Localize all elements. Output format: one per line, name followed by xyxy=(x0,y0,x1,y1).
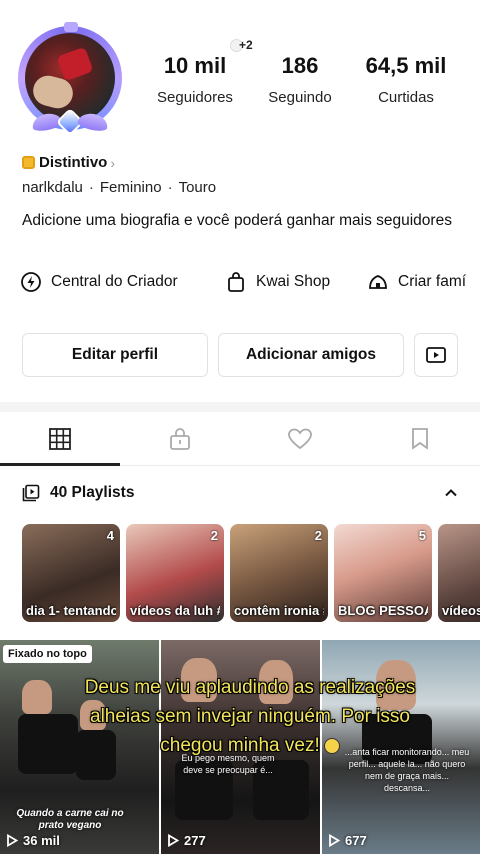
playlist-title: vídeos aleató xyxy=(442,603,480,618)
avatar-frame-crown-icon xyxy=(64,22,78,32)
following-label: Seguindo xyxy=(268,89,332,106)
video-view-count: 277 xyxy=(184,833,206,848)
playlist-title: dia 1- tentando pe... xyxy=(26,603,116,618)
creator-tools-row: Central do Criador Kwai Shop Criar famí xyxy=(20,271,480,299)
lock-icon xyxy=(170,428,190,450)
playlist-card[interactable]: vídeos aleató xyxy=(438,524,480,622)
creator-center-label: Central do Criador xyxy=(51,273,178,290)
create-family-button[interactable]: Criar famí xyxy=(367,271,466,293)
followers-stat[interactable]: 10 mil Seguidores xyxy=(148,52,242,108)
following-count: 186 xyxy=(281,53,319,78)
badge-link[interactable]: Distintivo › xyxy=(22,154,115,171)
playlist-title: vídeos da luh #... xyxy=(130,603,220,618)
lightning-circle-icon xyxy=(21,272,41,292)
playlists-carousel[interactable]: 4 dia 1- tentando pe... 2 vídeos da luh … xyxy=(22,524,480,622)
bio-prompt[interactable]: Adicione uma biografia e você poderá gan… xyxy=(22,211,462,231)
active-tab-indicator xyxy=(0,463,120,466)
plus-badge[interactable]: +2 xyxy=(230,38,253,53)
playlist-card[interactable]: 2 contêm ironia #✨ir... xyxy=(230,524,328,622)
create-family-label: Criar famí xyxy=(398,273,467,290)
playlists-count: 40 Playlists xyxy=(50,484,135,501)
play-box-icon xyxy=(426,347,446,363)
badge-icon xyxy=(22,156,35,169)
followers-label: Seguidores xyxy=(157,89,233,106)
chevron-right-icon: › xyxy=(110,154,116,171)
plus-count: +2 xyxy=(239,38,253,52)
video-button[interactable] xyxy=(414,333,458,377)
content-tabs xyxy=(0,412,480,466)
profile-info: narlkdalu · Feminino · Touro xyxy=(22,179,217,196)
play-icon xyxy=(329,834,340,847)
tab-private[interactable] xyxy=(120,412,240,466)
shopping-bag-icon xyxy=(228,272,244,292)
playlist-title: contêm ironia #✨ir... xyxy=(234,603,324,618)
kwai-shop-label: Kwai Shop xyxy=(256,273,331,290)
bookmark-icon xyxy=(412,428,428,450)
thumbnail-figure xyxy=(18,714,78,774)
video-views: 36 mil xyxy=(6,833,60,848)
video-caption: Quando a carne cai no prato vegano xyxy=(16,808,124,831)
tab-posts[interactable] xyxy=(0,412,120,466)
video-views: 677 xyxy=(328,833,367,848)
playlist-count: 2 xyxy=(210,528,218,543)
video-views: 277 xyxy=(167,833,206,848)
avatar-frame-wings-icon xyxy=(30,107,110,137)
grid-icon xyxy=(49,428,71,450)
tab-saved[interactable] xyxy=(360,412,480,466)
section-divider xyxy=(0,402,480,412)
edit-profile-button[interactable]: Editar perfil xyxy=(22,333,208,377)
video-view-count: 677 xyxy=(345,833,367,848)
tab-liked[interactable] xyxy=(240,412,360,466)
playlist-count: 4 xyxy=(106,528,114,543)
video-view-count: 36 mil xyxy=(23,833,60,848)
creator-center-button[interactable]: Central do Criador xyxy=(20,271,178,293)
playlist-title: BLOG PESSOAL ✨... xyxy=(338,603,428,618)
playlist-count: 5 xyxy=(418,528,426,543)
following-stat[interactable]: 186 Seguindo xyxy=(258,52,342,108)
likes-label: Curtidas xyxy=(378,89,434,106)
play-icon xyxy=(7,834,18,847)
overlay-quote: Deus me viu aplaudindo as realizações al… xyxy=(80,673,420,760)
thumbnail-figure xyxy=(22,680,52,714)
followers-count: 10 mil xyxy=(163,53,227,78)
likes-count: 64,5 mil xyxy=(365,53,447,78)
badge-label: Distintivo xyxy=(39,154,108,171)
username: narlkdalu xyxy=(22,179,83,196)
chevron-up-icon[interactable] xyxy=(442,484,460,507)
gender: Feminino xyxy=(99,179,162,196)
playlists-header[interactable]: 40 Playlists xyxy=(22,484,134,502)
playlist-count: 2 xyxy=(314,528,322,543)
zodiac-sign: Touro xyxy=(178,179,217,196)
likes-stat[interactable]: 64,5 mil Curtidas xyxy=(356,52,456,108)
playlist-card[interactable]: 4 dia 1- tentando pe... xyxy=(22,524,120,622)
playlist-icon xyxy=(22,484,40,502)
overlay-quote-text: Deus me viu aplaudindo as realizações al… xyxy=(84,677,416,756)
pinned-badge: Fixado no topo xyxy=(3,645,92,663)
playlist-card[interactable]: 5 BLOG PESSOAL ✨... xyxy=(334,524,432,622)
heart-icon xyxy=(288,428,312,450)
house-icon xyxy=(369,275,387,289)
profile-avatar[interactable] xyxy=(14,22,126,138)
add-friends-button[interactable]: Adicionar amigos xyxy=(218,333,404,377)
play-icon xyxy=(168,834,179,847)
playlist-card[interactable]: 2 vídeos da luh #... xyxy=(126,524,224,622)
crying-face-icon xyxy=(323,737,340,754)
kwai-shop-button[interactable]: Kwai Shop xyxy=(225,271,330,293)
